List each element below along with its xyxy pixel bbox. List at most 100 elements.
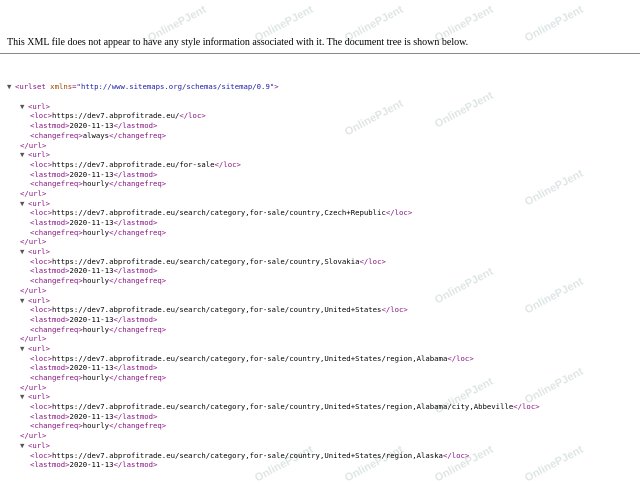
- loc-close-tag: </loc>: [179, 111, 206, 121]
- url-open-line: ▼ <url>: [7, 441, 637, 451]
- changefreq-value: hourly: [82, 276, 110, 286]
- lastmod-close-tag: </lastmod>: [113, 460, 158, 470]
- loc-line: <loc>https://dev7.abprofitrade.eu/search…: [7, 208, 637, 218]
- urlset-open-tag-end: >: [274, 82, 279, 92]
- changefreq-open-tag: <changefreq>: [30, 421, 83, 431]
- url-close-line: </url>: [7, 383, 637, 393]
- urlset-open-line: ▼ <urlset xmlns="http://www.sitemaps.org/…: [7, 82, 637, 92]
- lastmod-open-tag: <lastmod>: [30, 411, 70, 421]
- lastmod-close-tag: </lastmod>: [113, 218, 158, 228]
- changefreq-line: <changefreq>hourly</changefreq>: [7, 276, 637, 286]
- xml-notice-text: This XML file does not appear to have an…: [7, 37, 469, 48]
- loc-close-tag: </loc>: [385, 208, 413, 218]
- loc-line: <loc>https://dev7.abprofitrade.eu/for-sa…: [7, 160, 637, 170]
- loc-open-tag: <loc>: [30, 159, 52, 169]
- lastmod-value: 2020-11-13: [69, 169, 114, 179]
- loc-open-tag: <loc>: [30, 353, 52, 363]
- changefreq-close-tag: </changefreq>: [109, 227, 167, 237]
- changefreq-value: hourly: [82, 421, 110, 431]
- collapse-toggle-icon[interactable]: ▼: [20, 441, 28, 451]
- loc-line: <loc>https://dev7.abprofitrade.eu/search…: [7, 402, 637, 412]
- lastmod-line: <lastmod>2020-11-13</lastmod>: [7, 412, 637, 422]
- url-open-line: ▼ <url>: [7, 392, 637, 402]
- url-close-tag: </url>: [20, 188, 47, 198]
- lastmod-value: 2020-11-13: [69, 314, 114, 324]
- url-close-tag: </url>: [20, 334, 47, 344]
- loc-close-tag: </loc>: [381, 305, 408, 315]
- changefreq-line: <changefreq>always</changefreq>: [7, 131, 637, 141]
- changefreq-line: <changefreq>hourly</changefreq>: [7, 421, 637, 431]
- collapse-toggle-icon[interactable]: ▼: [20, 150, 28, 160]
- urlset-open-tag: <urlset: [15, 82, 46, 92]
- url-open-tag: <url>: [28, 150, 50, 160]
- lastmod-value: 2020-11-13: [69, 266, 114, 276]
- changefreq-close-tag: </changefreq>: [109, 130, 167, 140]
- url-close-tag: </url>: [20, 382, 47, 392]
- collapse-toggle-icon[interactable]: ▼: [20, 296, 28, 306]
- changefreq-value: hourly: [82, 179, 110, 189]
- lastmod-value: 2020-11-13: [69, 218, 114, 228]
- changefreq-open-tag: <changefreq>: [30, 276, 83, 286]
- changefreq-line: <changefreq>hourly</changefreq>: [7, 325, 637, 335]
- changefreq-close-tag: </changefreq>: [109, 276, 167, 286]
- lastmod-close-tag: </lastmod>: [113, 266, 158, 276]
- xmlns-attr-name: xmlns: [50, 82, 73, 92]
- url-open-tag: <url>: [28, 343, 50, 353]
- loc-line: <loc>https://dev7.abprofitrade.eu/</loc>: [7, 111, 637, 121]
- lastmod-value: 2020-11-13: [69, 411, 114, 421]
- changefreq-close-tag: </changefreq>: [109, 324, 167, 334]
- changefreq-value: always: [82, 130, 110, 140]
- url-open-tag: <url>: [28, 198, 50, 208]
- changefreq-close-tag: </changefreq>: [109, 421, 167, 431]
- url-open-line: ▼ <url>: [7, 247, 637, 257]
- lastmod-line: <lastmod>2020-11-13</lastmod>: [7, 460, 637, 470]
- lastmod-close-tag: </lastmod>: [113, 121, 158, 131]
- loc-value: https://dev7.abprofitrade.eu/search/cate…: [51, 305, 382, 315]
- loc-open-tag: <loc>: [30, 208, 52, 218]
- lastmod-line: <lastmod>2020-11-13</lastmod>: [7, 363, 637, 373]
- url-open-line: ▼ <url>: [7, 150, 637, 160]
- lastmod-value: 2020-11-13: [69, 121, 114, 131]
- changefreq-open-tag: <changefreq>: [30, 324, 83, 334]
- changefreq-value: hourly: [82, 227, 110, 237]
- lastmod-line: <lastmod>2020-11-13</lastmod>: [7, 170, 637, 180]
- collapse-toggle-icon[interactable]: ▼: [7, 82, 15, 92]
- loc-close-tag: </loc>: [359, 256, 386, 266]
- url-open-tag: <url>: [28, 392, 50, 402]
- lastmod-close-tag: </lastmod>: [113, 169, 158, 179]
- loc-open-tag: <loc>: [30, 111, 52, 121]
- url-open-line: ▼ <url>: [7, 344, 637, 354]
- lastmod-open-tag: <lastmod>: [30, 363, 70, 373]
- collapse-toggle-icon[interactable]: ▼: [20, 344, 28, 354]
- lastmod-line: <lastmod>2020-11-13</lastmod>: [7, 315, 637, 325]
- loc-line: <loc>https://dev7.abprofitrade.eu/search…: [7, 354, 637, 364]
- changefreq-open-tag: <changefreq>: [30, 179, 83, 189]
- loc-close-tag: </loc>: [513, 402, 540, 412]
- xml-notice-banner: This XML file does not appear to have an…: [0, 35, 640, 54]
- url-close-line: </url>: [7, 286, 637, 296]
- url-open-line: ▼ <url>: [7, 296, 637, 306]
- lastmod-open-tag: <lastmod>: [30, 266, 70, 276]
- loc-value: https://dev7.abprofitrade.eu/search/cate…: [51, 353, 448, 363]
- lastmod-line: <lastmod>2020-11-13</lastmod>: [7, 218, 637, 228]
- xml-document-tree: ▼ <urlset xmlns="http://www.sitemaps.org/…: [7, 63, 637, 470]
- changefreq-value: hourly: [82, 324, 110, 334]
- loc-open-tag: <loc>: [30, 450, 52, 460]
- loc-open-tag: <loc>: [30, 305, 52, 315]
- lastmod-line: <lastmod>2020-11-13</lastmod>: [7, 266, 637, 276]
- url-close-line: </url>: [7, 141, 637, 151]
- collapse-toggle-icon[interactable]: ▼: [20, 199, 28, 209]
- changefreq-open-tag: <changefreq>: [30, 130, 83, 140]
- url-close-line: </url>: [7, 237, 637, 247]
- url-open-tag: <url>: [28, 440, 50, 450]
- loc-line: <loc>https://dev7.abprofitrade.eu/search…: [7, 451, 637, 461]
- collapse-toggle-icon[interactable]: ▼: [20, 247, 28, 257]
- loc-line: <loc>https://dev7.abprofitrade.eu/search…: [7, 305, 637, 315]
- lastmod-open-tag: <lastmod>: [30, 460, 70, 470]
- url-close-line: </url>: [7, 431, 637, 441]
- lastmod-close-tag: </lastmod>: [113, 314, 158, 324]
- lastmod-line: <lastmod>2020-11-13</lastmod>: [7, 121, 637, 131]
- lastmod-open-tag: <lastmod>: [30, 314, 70, 324]
- collapse-toggle-icon[interactable]: ▼: [20, 102, 28, 112]
- collapse-toggle-icon[interactable]: ▼: [20, 392, 28, 402]
